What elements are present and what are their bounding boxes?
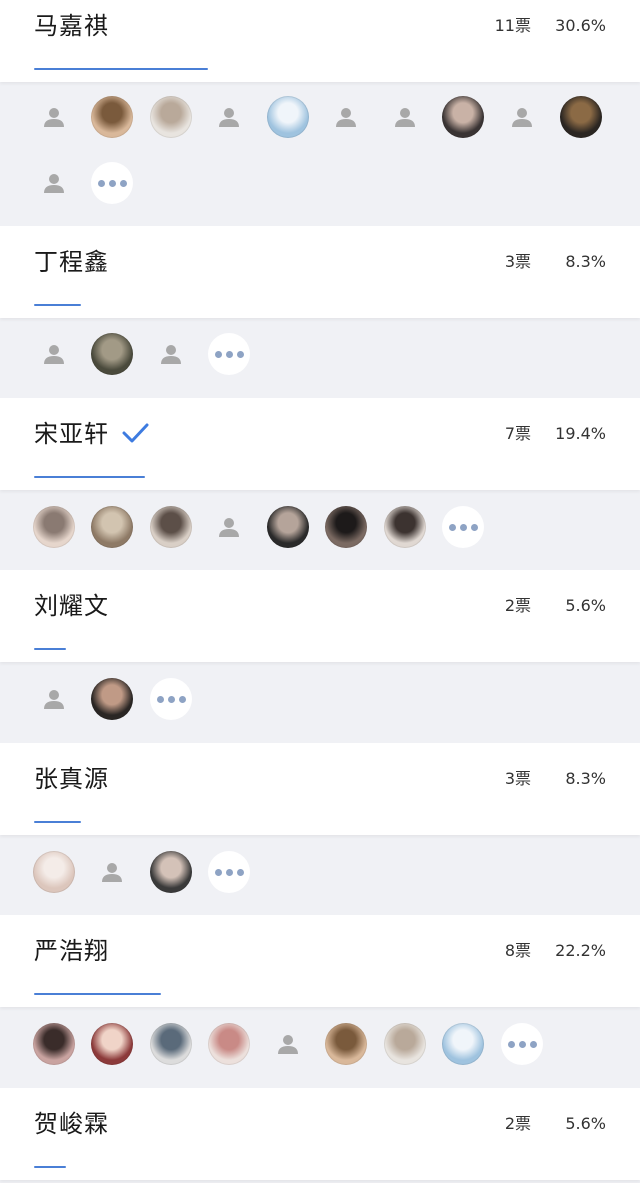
person-silhouette-icon[interactable] [91,851,133,893]
more-dots-icon[interactable] [91,162,133,204]
vote-share-bar [34,993,161,995]
poll-option[interactable]: 贺峻霖 2票 5.6% [0,1088,640,1180]
voter-avatar[interactable] [325,1023,367,1065]
voter-avatar[interactable] [91,96,133,138]
voter-avatar[interactable] [208,1023,250,1065]
person-silhouette-icon[interactable] [501,96,543,138]
voter-avatar[interactable] [150,96,192,138]
voter-avatar[interactable] [33,1023,75,1065]
vote-count: 3票 [504,252,531,271]
vote-share-bar [34,304,81,306]
vote-percent: 8.3% [565,252,606,271]
voter-avatar[interactable] [150,1023,192,1065]
voter-avatar[interactable] [91,333,133,375]
person-silhouette-icon[interactable] [208,96,250,138]
vote-share-bar [34,821,81,823]
vote-percent: 19.4% [555,424,606,443]
poll-option[interactable]: 刘耀文 2票 5.6% [0,570,640,662]
more-dots-icon[interactable] [208,851,250,893]
vote-share-bar [34,476,145,478]
vote-percent: 22.2% [555,941,606,960]
voter-avatar[interactable] [384,1023,426,1065]
more-dots-icon[interactable] [442,506,484,548]
voter-avatar[interactable] [267,506,309,548]
voter-avatar[interactable] [325,506,367,548]
more-dots-icon[interactable] [150,678,192,720]
vote-count: 2票 [504,1114,531,1133]
option-name: 严浩翔 [34,937,109,965]
more-dots-icon[interactable] [208,333,250,375]
poll-option[interactable]: 严浩翔 8票 22.2% [0,915,640,1007]
voter-avatar[interactable] [150,851,192,893]
vote-count: 3票 [504,769,531,788]
person-silhouette-icon[interactable] [33,678,75,720]
option-name: 张真源 [34,765,109,793]
vote-share-bar [34,648,66,650]
person-silhouette-icon[interactable] [33,162,75,204]
option-name: 宋亚轩 [34,420,109,448]
voter-avatar[interactable] [384,506,426,548]
person-silhouette-icon[interactable] [384,96,426,138]
vote-share-bar [34,68,208,70]
vote-count: 7票 [504,424,531,443]
voter-avatar[interactable] [33,851,75,893]
vote-share-bar [34,1166,66,1168]
voter-avatar[interactable] [91,1023,133,1065]
person-silhouette-icon[interactable] [208,506,250,548]
person-silhouette-icon[interactable] [267,1023,309,1065]
vote-count: 8票 [504,941,531,960]
voter-avatar[interactable] [150,506,192,548]
voter-avatar[interactable] [91,506,133,548]
option-name: 马嘉祺 [34,12,109,40]
person-silhouette-icon[interactable] [150,333,192,375]
poll-option[interactable]: 张真源 3票 8.3% [0,743,640,835]
voter-avatar[interactable] [560,96,602,138]
person-silhouette-icon[interactable] [33,96,75,138]
voter-avatar[interactable] [442,96,484,138]
more-dots-icon[interactable] [501,1023,543,1065]
vote-percent: 8.3% [565,769,606,788]
person-silhouette-icon[interactable] [33,333,75,375]
person-silhouette-icon[interactable] [325,96,367,138]
option-name: 刘耀文 [34,592,109,620]
vote-percent: 30.6% [555,16,606,35]
option-name: 丁程鑫 [34,248,109,276]
voter-avatar[interactable] [267,96,309,138]
option-name: 贺峻霖 [34,1110,109,1138]
poll-option[interactable]: 丁程鑫 3票 8.3% [0,226,640,318]
voter-avatar[interactable] [33,506,75,548]
vote-percent: 5.6% [565,596,606,615]
voter-avatar[interactable] [442,1023,484,1065]
poll-option[interactable]: 宋亚轩 7票 19.4% [0,398,640,490]
vote-count: 2票 [504,596,531,615]
voter-avatar[interactable] [91,678,133,720]
vote-count: 11票 [494,16,531,35]
vote-percent: 5.6% [565,1114,606,1133]
checkmark-icon [122,423,149,443]
poll-option[interactable]: 马嘉祺 11票 30.6% [0,0,640,82]
